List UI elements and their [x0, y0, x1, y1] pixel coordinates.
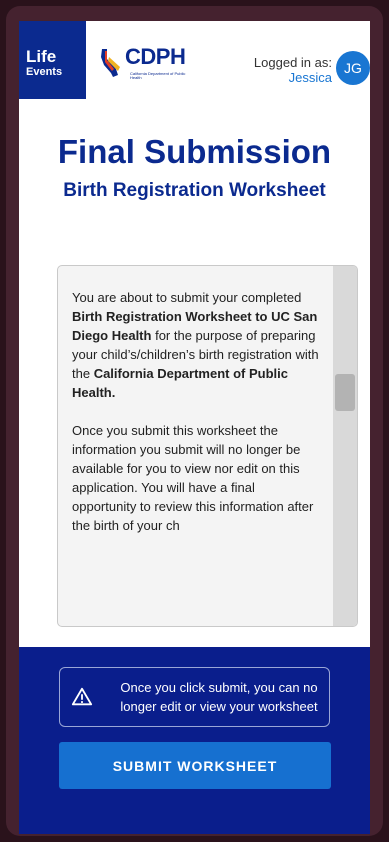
page-subtitle: Birth Registration Worksheet	[63, 180, 326, 201]
login-label: Logged in as:	[253, 55, 332, 70]
brand-line2: Events	[26, 66, 63, 78]
login-status: Logged in as: Jessica	[254, 55, 332, 85]
disclosure-scroll-box[interactable]: You are about to submit your completed B…	[57, 265, 358, 627]
p1-text-a: You are about to submit your completed	[72, 290, 302, 305]
app-header: Life Events CDPH California Department o…	[19, 21, 370, 99]
scrollbar-thumb[interactable]	[335, 374, 355, 411]
login-username: Jessica	[288, 70, 332, 85]
warning-notice-text: Once you click submit, you can no longer…	[120, 680, 318, 714]
warning-icon	[71, 687, 93, 706]
cdph-logo-text: CDPH	[125, 44, 186, 69]
page-title: Final Submission	[57, 133, 332, 170]
brand-line1: Life	[26, 47, 57, 66]
submit-worksheet-button[interactable]: SUBMIT WORKSHEET	[59, 742, 331, 789]
disclosure-paragraph-1: You are about to submit your completed B…	[72, 288, 320, 402]
user-avatar[interactable]: JG	[336, 51, 370, 85]
app-screen: Life Events CDPH California Department o…	[19, 21, 370, 834]
life-events-logo[interactable]: Life Events	[19, 21, 86, 99]
p1-bold-b: California Department of Public Health.	[72, 366, 288, 400]
device-frame: Life Events CDPH California Department o…	[6, 6, 383, 836]
disclosure-paragraph-2: Once you submit this worksheet the infor…	[72, 423, 314, 533]
disclosure-text: You are about to submit your completed B…	[72, 288, 320, 554]
cdph-logo-subtext: California Department of Public Health	[130, 71, 186, 80]
warning-notice: Once you click submit, you can no longer…	[59, 667, 330, 727]
submit-footer: Once you click submit, you can no longer…	[19, 647, 370, 834]
scrollbar-track[interactable]	[333, 266, 357, 626]
